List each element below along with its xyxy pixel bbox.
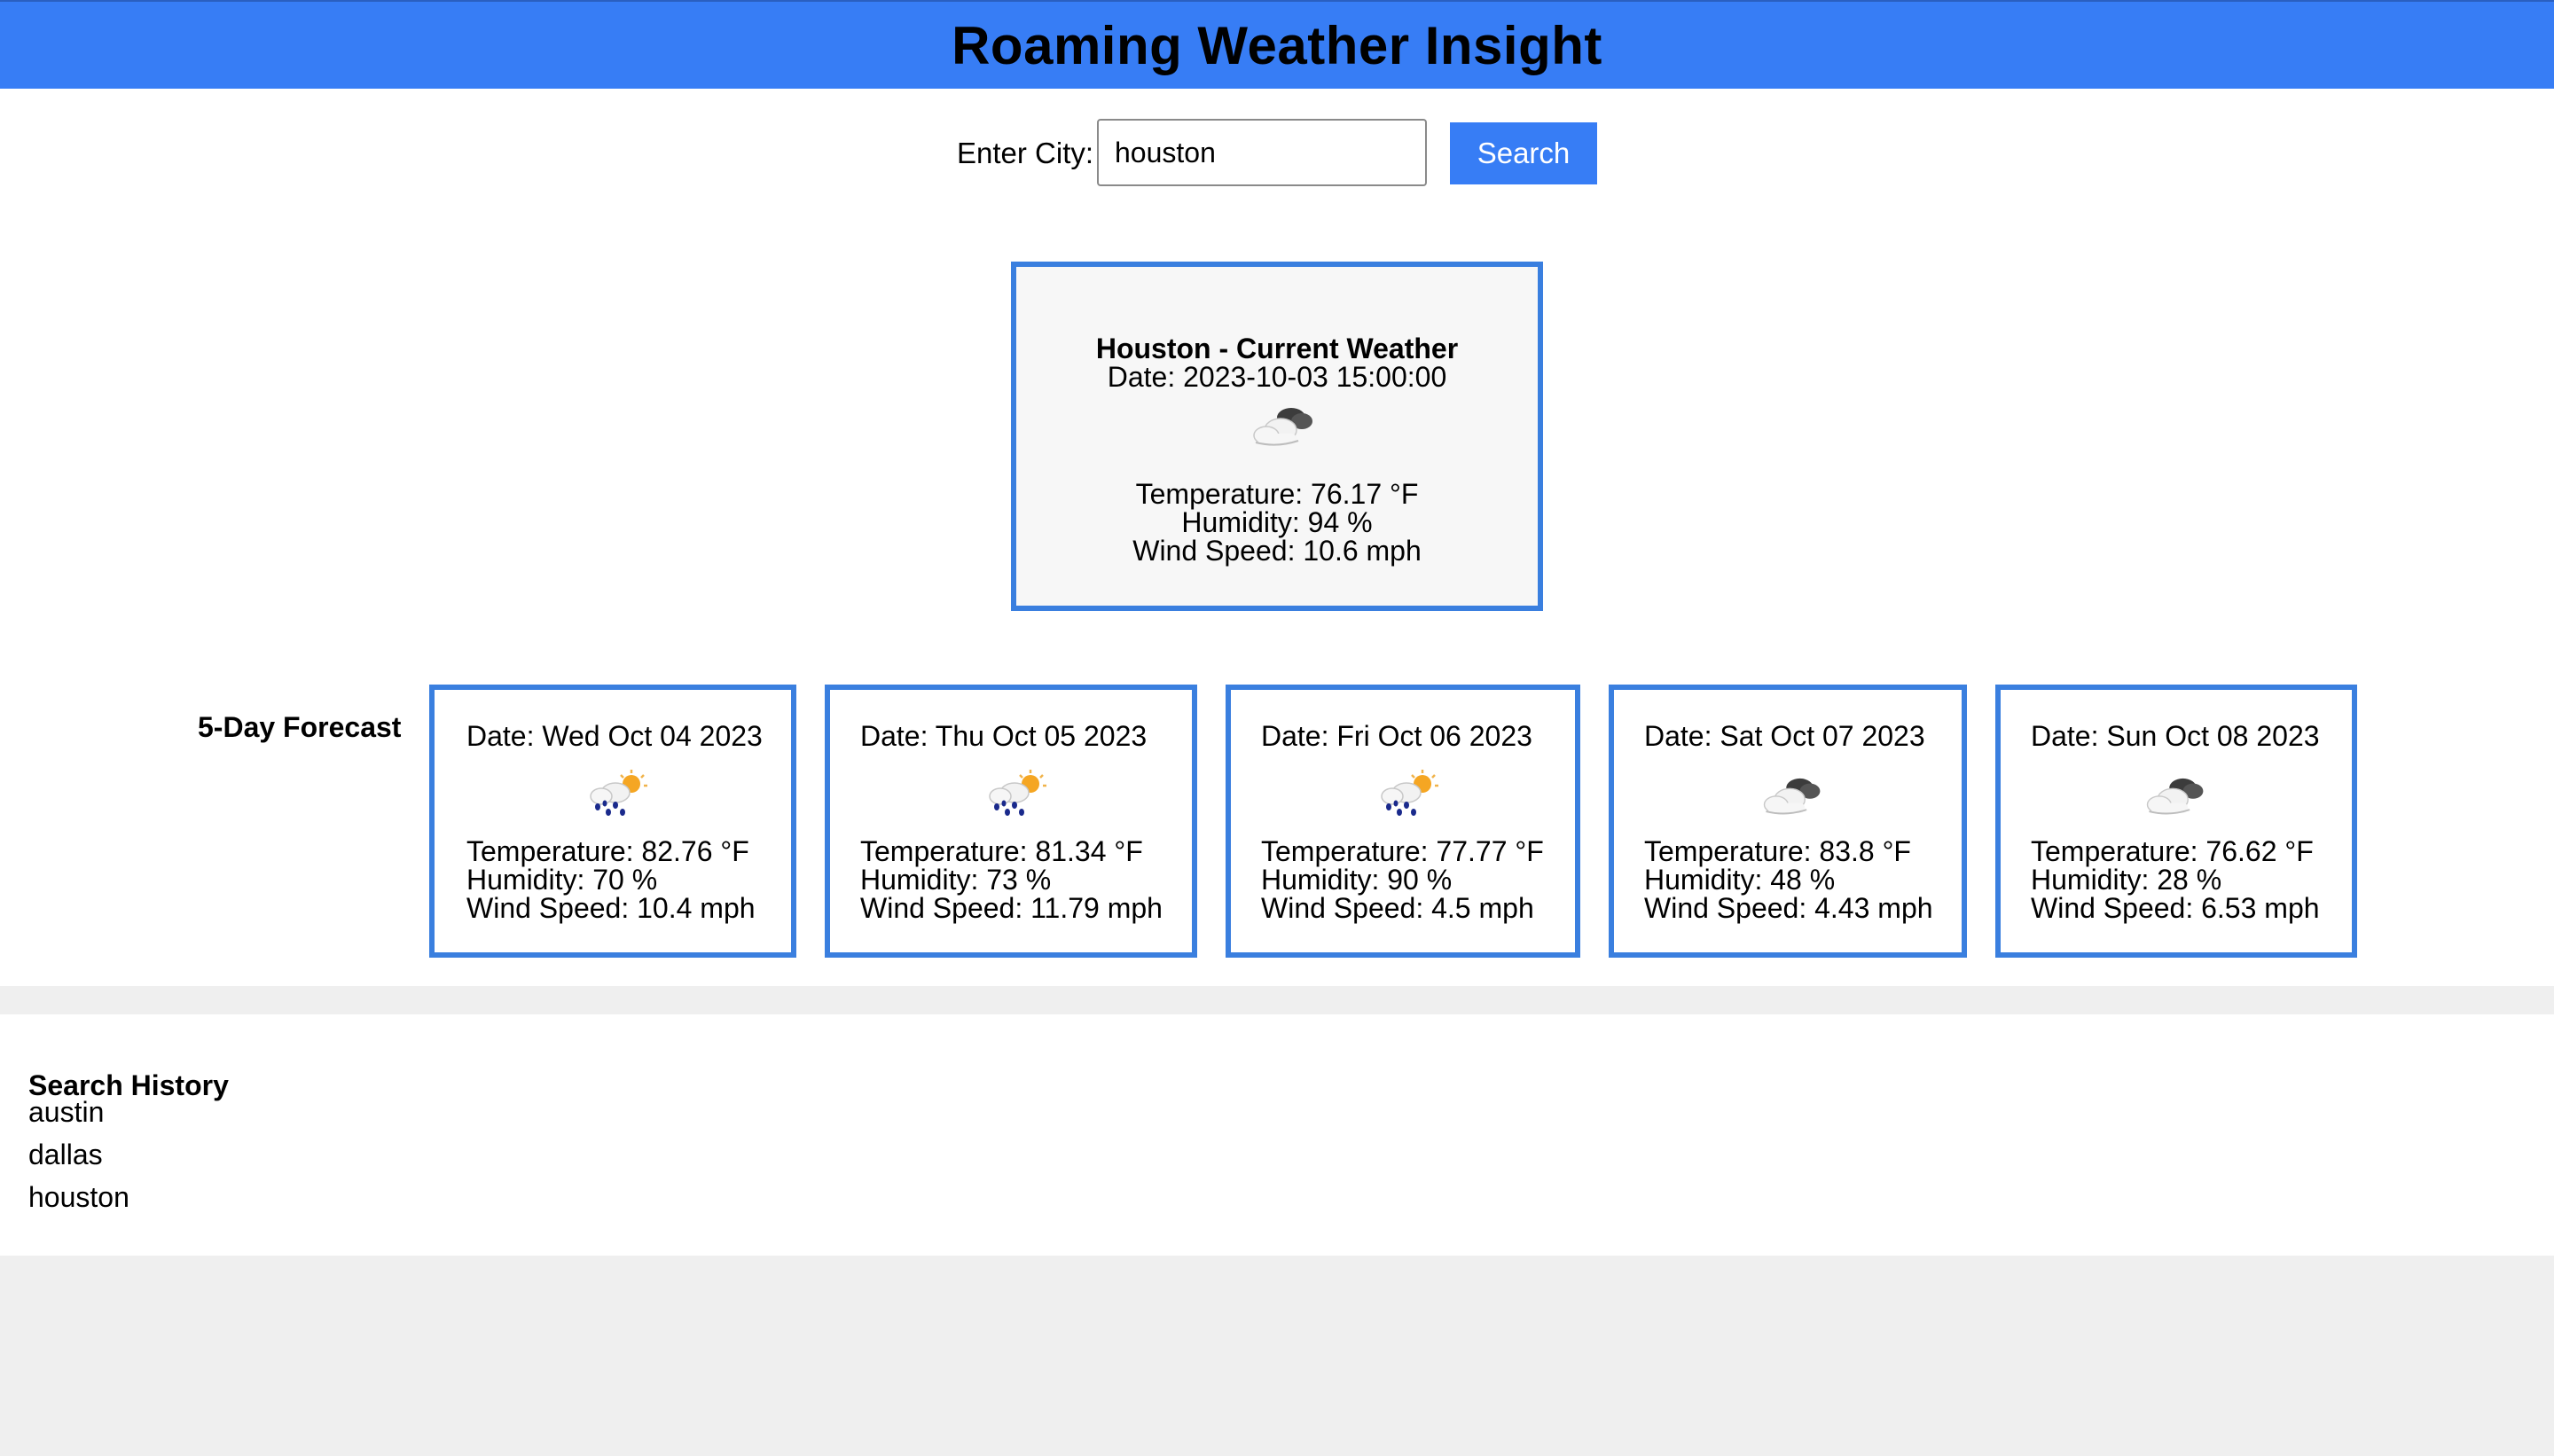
forecast-stats: Temperature: 81.34 °F Humidity: 73 % Win… [860, 837, 1163, 922]
forecast-date: Date: Wed Oct 04 2023 [466, 720, 763, 752]
forecast-temperature: Temperature: 76.62 °F [2031, 835, 2314, 867]
forecast-wind-speed: Wind Speed: 6.53 mph [2031, 892, 2320, 924]
forecast-wind-speed: Wind Speed: 11.79 mph [860, 892, 1163, 924]
forecast-temperature: Temperature: 82.76 °F [466, 835, 749, 867]
forecast-card: Date: Sun Oct 08 2023 Temperature: 76.62… [1995, 685, 2357, 958]
rain-sun-icon [582, 768, 653, 821]
forecast-date: Date: Sat Oct 07 2023 [1644, 720, 1925, 752]
forecast-card: Date: Thu Oct 05 2023 Temperature: 81.34… [825, 685, 1197, 958]
forecast-wind-speed: Wind Speed: 10.4 mph [466, 892, 756, 924]
search-history-list: austin dallas houston [28, 1098, 129, 1225]
app-header: Roaming Weather Insight [0, 0, 2554, 89]
search-history-panel: Search History austin dallas houston [0, 1014, 2554, 1256]
forecast-wind-speed: Wind Speed: 4.43 mph [1644, 892, 1933, 924]
current-temperature: Temperature: 76.17 °F [1135, 478, 1419, 510]
forecast-temperature: Temperature: 81.34 °F [860, 835, 1143, 867]
forecast-date: Date: Sun Oct 08 2023 [2031, 720, 2320, 752]
forecast-humidity: Humidity: 70 % [466, 864, 658, 896]
main-content: Enter City: Search Houston - Current Wea… [0, 89, 2554, 986]
forecast-humidity: Humidity: 28 % [2031, 864, 2222, 896]
cloudy-icon [1756, 768, 1827, 821]
history-item-austin[interactable]: austin [28, 1098, 129, 1140]
forecast-date: Date: Thu Oct 05 2023 [860, 720, 1148, 752]
forecast-stats: Temperature: 82.76 °F Humidity: 70 % Win… [466, 837, 756, 922]
city-search-input[interactable] [1097, 119, 1427, 186]
history-item-houston[interactable]: houston [28, 1183, 129, 1225]
forecast-stats: Temperature: 83.8 °F Humidity: 48 % Wind… [1644, 837, 1933, 922]
rain-sun-icon [981, 768, 1052, 821]
cloudy-icon [2139, 768, 2210, 821]
forecast-humidity: Humidity: 90 % [1261, 864, 1453, 896]
forecast-card: Date: Fri Oct 06 2023 Temperature: 77.77… [1226, 685, 1580, 958]
search-form: Enter City: Search [0, 119, 2554, 186]
current-weather-card: Houston - Current Weather Date: 2023-10-… [1011, 262, 1543, 611]
current-weather-date: Date: 2023-10-03 15:00:00 [1107, 361, 1447, 393]
search-button[interactable]: Search [1450, 122, 1597, 184]
forecast-date: Date: Fri Oct 06 2023 [1261, 720, 1532, 752]
cloudy-icon [1245, 400, 1320, 450]
history-item-dallas[interactable]: dallas [28, 1140, 129, 1183]
forecast-stats: Temperature: 76.62 °F Humidity: 28 % Win… [2031, 837, 2320, 922]
forecast-card: Date: Wed Oct 04 2023 Temperature: 82.76… [429, 685, 796, 958]
current-weather-stats: Temperature: 76.17 °F Humidity: 94 % Win… [1016, 480, 1538, 565]
forecast-humidity: Humidity: 48 % [1644, 864, 1836, 896]
forecast-wind-speed: Wind Speed: 4.5 mph [1261, 892, 1534, 924]
city-label: Enter City: [957, 137, 1094, 169]
forecast-humidity: Humidity: 73 % [860, 864, 1052, 896]
forecast-temperature: Temperature: 83.8 °F [1644, 835, 1911, 867]
page-title: Roaming Weather Insight [952, 15, 1602, 75]
forecast-card: Date: Sat Oct 07 2023 Temperature: 83.8 … [1609, 685, 1967, 958]
current-humidity: Humidity: 94 % [1181, 506, 1373, 538]
forecast-heading: 5-Day Forecast [198, 711, 402, 743]
section-divider [0, 986, 2554, 1014]
rain-sun-icon [1373, 768, 1444, 821]
forecast-temperature: Temperature: 77.77 °F [1261, 835, 1544, 867]
current-wind-speed: Wind Speed: 10.6 mph [1132, 535, 1422, 567]
forecast-stats: Temperature: 77.77 °F Humidity: 90 % Win… [1261, 837, 1544, 922]
